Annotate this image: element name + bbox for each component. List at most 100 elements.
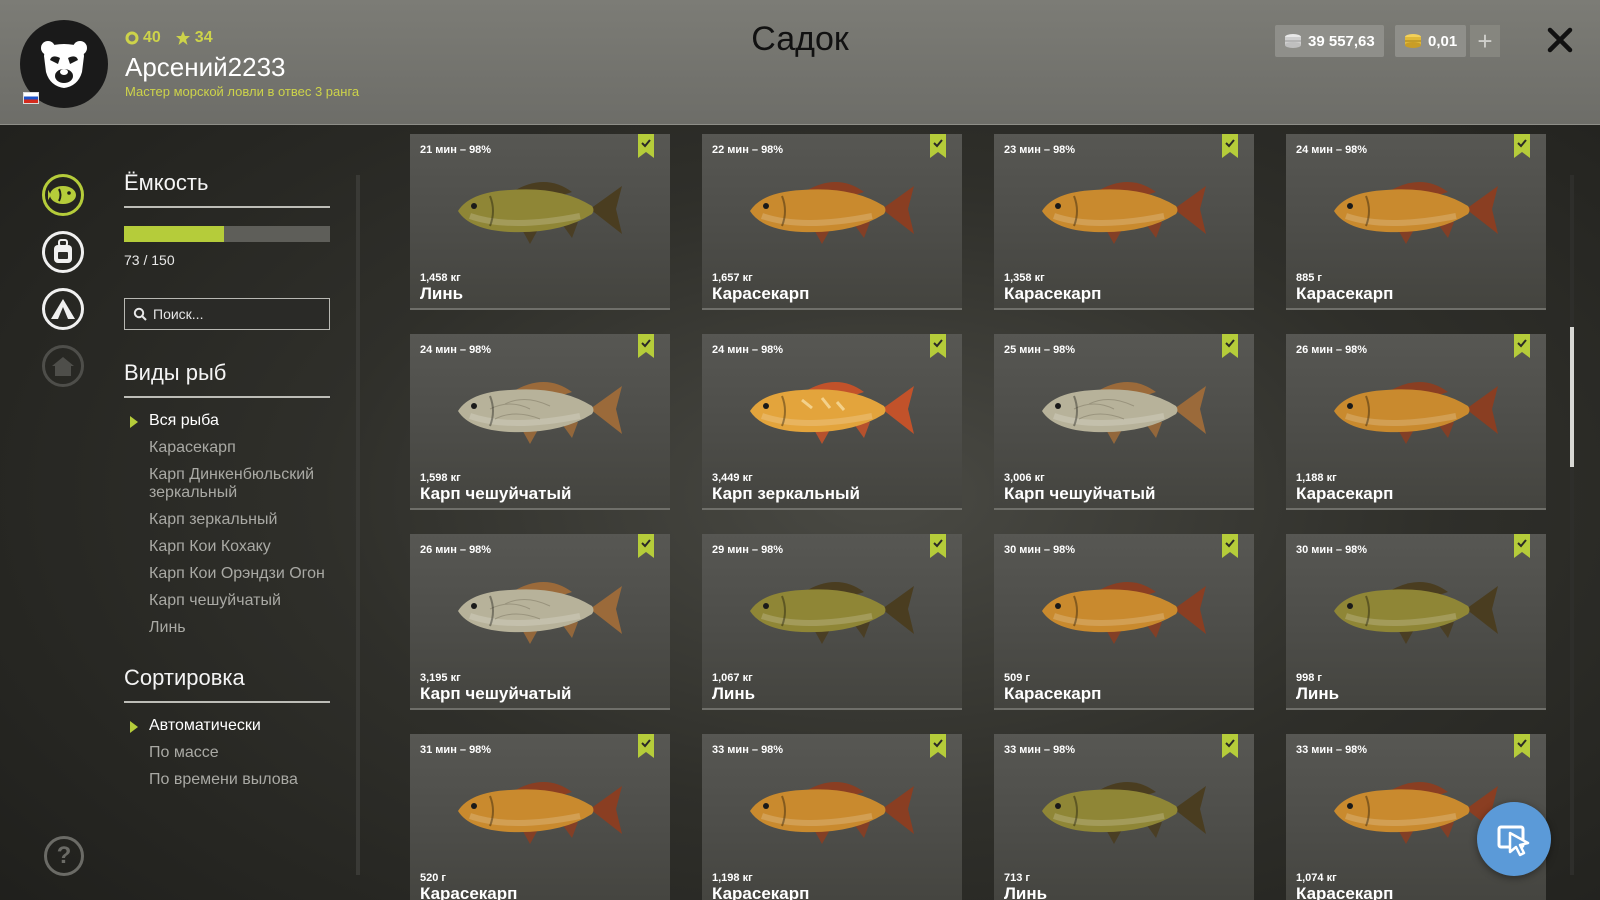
add-currency-button[interactable]: + <box>1470 25 1500 57</box>
bookmark-icon[interactable] <box>930 334 946 363</box>
bookmark-icon[interactable] <box>930 734 946 763</box>
fish-name: Карп чешуйчатый <box>1004 484 1156 503</box>
fish-name: Карасекарп <box>1004 284 1102 303</box>
nav-home-button[interactable] <box>42 345 84 387</box>
bookmark-icon[interactable] <box>1514 734 1530 763</box>
fish-card[interactable]: 24 мин – 98% 1,598 кг Карп чешуйчатый <box>410 334 670 510</box>
catch-time-quality: 29 мин – 98% <box>712 544 784 556</box>
fish-name: Карп чешуйчатый <box>420 484 572 503</box>
camp-nav-icon <box>51 299 75 319</box>
species-filter-item[interactable]: Карп Кои Орэндзи Огон <box>124 565 330 583</box>
fish-weight: 885 г <box>1296 272 1322 284</box>
bookmark-icon[interactable] <box>1222 734 1238 763</box>
sort-option-item[interactable]: По времени вылова <box>124 771 330 789</box>
fish-card[interactable]: 26 мин – 98% 1,188 кг Карасекарп <box>1286 334 1546 510</box>
species-filter-item[interactable]: Карасекарп <box>124 439 330 457</box>
fish-image <box>1326 364 1506 459</box>
fish-weight: 1,198 кг <box>712 872 753 884</box>
fish-card[interactable]: 29 мин – 98% 1,067 кг Линь <box>702 534 962 710</box>
species-filter-item[interactable]: Карп чешуйчатый <box>124 592 330 610</box>
catch-time-quality: 26 мин – 98% <box>1296 344 1368 356</box>
bookmark-icon[interactable] <box>1514 334 1530 363</box>
fish-card[interactable]: 30 мин – 98% 998 г Линь <box>1286 534 1546 710</box>
bookmark-icon[interactable] <box>638 734 654 763</box>
fish-weight: 1,598 кг <box>420 472 461 484</box>
bookmark-icon[interactable] <box>1514 134 1530 163</box>
fish-image <box>742 364 922 459</box>
catch-time-quality: 25 мин – 98% <box>1004 344 1076 356</box>
fish-card[interactable]: 33 мин – 98% 713 г Линь <box>994 734 1254 900</box>
search-box[interactable] <box>124 298 330 330</box>
fish-name: Карасекарп <box>1296 484 1394 503</box>
species-filter-item[interactable]: Карп Кои Кохаку <box>124 538 330 556</box>
species-filter-item[interactable]: Карп зеркальный <box>124 511 330 529</box>
fish-card[interactable]: 23 мин – 98% 1,358 кг Карасекарп <box>994 134 1254 310</box>
fish-weight: 3,449 кг <box>712 472 753 484</box>
bookmark-icon[interactable] <box>638 534 654 563</box>
catch-time-quality: 23 мин – 98% <box>1004 144 1076 156</box>
cursor-mode-button[interactable] <box>1477 802 1551 876</box>
catch-time-quality: 30 мин – 98% <box>1296 544 1368 556</box>
sort-option-item[interactable]: Автоматически <box>124 717 330 735</box>
fish-weight: 520 г <box>420 872 446 884</box>
fish-weight: 1,188 кг <box>1296 472 1337 484</box>
fish-card[interactable]: 21 мин – 98% 1,458 кг Линь <box>410 134 670 310</box>
player-rank: Мастер морской ловли в отвес 3 ранга <box>125 84 360 99</box>
capacity-text: 73 / 150 <box>124 252 175 268</box>
species-list: Вся рыба Карасекарп Карп Динкенбюльский зе… <box>124 412 330 637</box>
catch-time-quality: 33 мин – 98% <box>712 744 784 756</box>
bookmark-icon[interactable] <box>1222 134 1238 163</box>
grid-scrollbar[interactable] <box>1570 175 1574 875</box>
fish-image <box>1034 164 1214 259</box>
catch-time-quality: 21 мин – 98% <box>420 144 492 156</box>
bookmark-icon[interactable] <box>1222 534 1238 563</box>
bookmark-icon[interactable] <box>1222 334 1238 363</box>
fish-image <box>1326 564 1506 659</box>
bookmark-icon[interactable] <box>930 134 946 163</box>
fish-image <box>1034 564 1214 659</box>
fish-card[interactable]: 24 мин – 98% 3,449 кг Карп зеркальный <box>702 334 962 510</box>
filter-scrollbar[interactable] <box>356 175 360 875</box>
fish-card[interactable]: 33 мин – 98% 1,198 кг Карасекарп <box>702 734 962 900</box>
catch-time-quality: 24 мин – 98% <box>1296 144 1368 156</box>
species-filter-item[interactable]: Линь <box>124 619 330 637</box>
fish-image <box>450 564 630 659</box>
nav-fish-button[interactable] <box>42 174 84 216</box>
top-bar: 40 34 Арсений2233 Мастер морской ловли в… <box>0 0 1600 125</box>
catch-time-quality: 24 мин – 98% <box>712 344 784 356</box>
nav-backpack-button[interactable] <box>42 231 84 273</box>
fish-weight: 1,657 кг <box>712 272 753 284</box>
sort-option-item[interactable]: По массе <box>124 744 330 762</box>
fish-name: Карп зеркальный <box>712 484 860 503</box>
nav-camp-button[interactable] <box>42 288 84 330</box>
help-button[interactable]: ? <box>44 836 84 876</box>
fish-name: Линь <box>712 684 756 703</box>
fish-name: Карасекарп <box>1004 684 1102 703</box>
close-button[interactable] <box>1540 20 1580 60</box>
fish-card[interactable]: 22 мин – 98% 1,657 кг Карасекарп <box>702 134 962 310</box>
bookmark-icon[interactable] <box>930 534 946 563</box>
fish-image <box>450 764 630 859</box>
species-filter-item[interactable]: Вся рыба <box>124 412 330 430</box>
bookmark-icon[interactable] <box>638 134 654 163</box>
capacity-bar <box>124 226 330 242</box>
species-filter-item[interactable]: Карп Динкенбюльский зеркальный <box>124 466 330 502</box>
bookmark-icon[interactable] <box>1514 534 1530 563</box>
fish-name: Линь <box>1004 884 1048 900</box>
fish-card[interactable]: 26 мин – 98% 3,195 кг Карп чешуйчатый <box>410 534 670 710</box>
gold-balance: 0,01 <box>1395 25 1467 57</box>
fish-card[interactable]: 30 мин – 98% 509 г Карасекарп <box>994 534 1254 710</box>
search-input[interactable] <box>153 306 313 322</box>
fish-name: Карасекарп <box>712 284 810 303</box>
species-heading: Виды рыб <box>124 360 330 398</box>
bookmark-icon[interactable] <box>638 334 654 363</box>
fish-image <box>450 164 630 259</box>
fish-name: Карп чешуйчатый <box>420 684 572 703</box>
fish-card[interactable]: 31 мин – 98% 520 г Карасекарп <box>410 734 670 900</box>
fish-card[interactable]: 25 мин – 98% 3,006 кг Карп чешуйчатый <box>994 334 1254 510</box>
fish-image <box>742 164 922 259</box>
fish-card[interactable]: 24 мин – 98% 885 г Карасекарп <box>1286 134 1546 310</box>
grid-scrollbar-thumb[interactable] <box>1570 327 1574 467</box>
capacity-bar-fill <box>124 226 225 242</box>
fish-weight: 713 г <box>1004 872 1030 884</box>
